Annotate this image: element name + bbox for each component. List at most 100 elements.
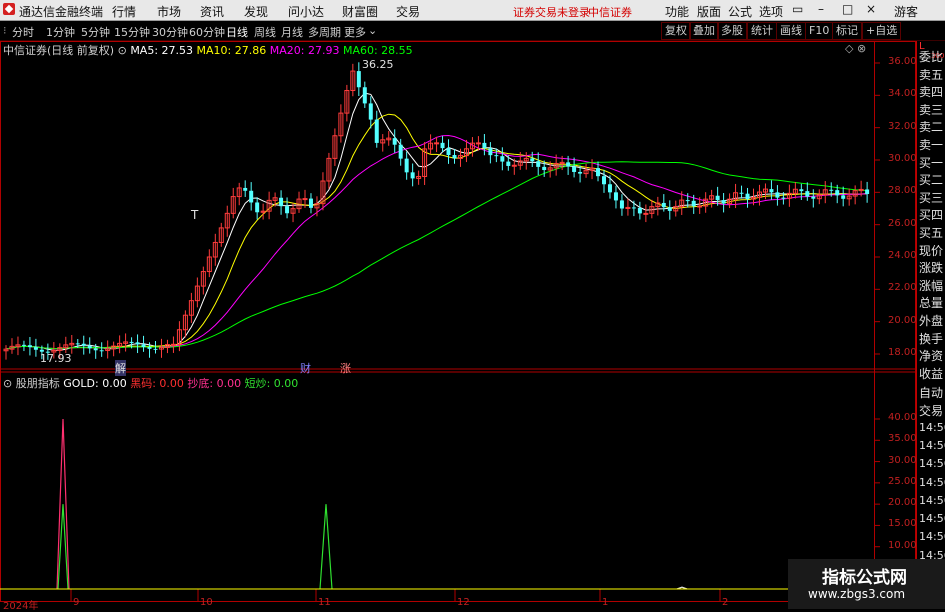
period-daily[interactable]: 日线 <box>226 24 248 40</box>
kline-chart[interactable] <box>0 41 916 609</box>
period-weekly[interactable]: 周线 <box>254 24 276 40</box>
menu-xuanxiang[interactable]: 选项 <box>759 3 783 20</box>
panel-item[interactable]: 卖一 <box>919 136 945 153</box>
panel-item[interactable]: 买五 <box>919 224 945 241</box>
period-15min[interactable]: 15分钟 <box>114 24 150 40</box>
menu-wenxiaoda[interactable]: 问小达 <box>288 3 324 20</box>
candle-body <box>715 195 720 201</box>
indicator-tick-label: 30.00 <box>888 454 917 466</box>
menu-jiaoyi[interactable]: 交易 <box>396 3 420 20</box>
btn-add-watchlist[interactable]: +自选 <box>862 22 902 40</box>
candle-body <box>75 343 80 345</box>
indicator-tick-label: 10.00 <box>888 539 917 551</box>
panel-item[interactable]: 外盘 <box>919 312 945 329</box>
panel-bottom-item[interactable]: 14:56 <box>919 457 945 470</box>
guest-label[interactable]: 游客 <box>894 3 918 20</box>
panel-item[interactable]: 净资 <box>919 347 945 364</box>
btn-huaxian[interactable]: 画线 <box>776 22 806 40</box>
settings-icon[interactable]: ⊙ <box>118 44 127 57</box>
broker-name[interactable]: 中信证券 <box>588 4 632 20</box>
candle-body <box>602 176 606 185</box>
period-more[interactable]: 更多 <box>344 24 366 40</box>
panel-bottom-item[interactable]: 自动 <box>919 384 945 401</box>
indicator-tick-label: 15.00 <box>888 518 917 530</box>
menu-caifuquan[interactable]: 财富圈 <box>342 3 378 20</box>
panel-item[interactable]: 卖二 <box>919 118 945 135</box>
candle-body <box>619 200 624 209</box>
marker-cai[interactable]: 财 <box>300 360 311 376</box>
panel-bottom-item[interactable]: 14:56 <box>919 476 945 489</box>
time-tick-label: 2 <box>722 597 729 608</box>
period-monthly[interactable]: 月线 <box>281 24 303 40</box>
menu-zixun[interactable]: 资讯 <box>200 3 224 20</box>
period-60min[interactable]: 60分钟 <box>189 24 225 40</box>
panel-item[interactable]: 卖四 <box>919 83 945 100</box>
candle-body <box>536 161 541 167</box>
chart-info-bar: 中信证券(日线 前复权) ⊙ MA5: 27.53 MA10: 27.86 MA… <box>3 42 413 58</box>
candle-body <box>631 207 636 209</box>
indicator-settings-icon[interactable]: ⊙ <box>3 377 12 390</box>
panel-bottom-item[interactable]: 14:56 <box>919 439 945 452</box>
btn-biaoji[interactable]: 标记 <box>832 22 862 40</box>
panel-item[interactable]: 买四 <box>919 206 945 223</box>
menu-hangqing[interactable]: 行情 <box>112 3 136 20</box>
panel-bottom-item[interactable]: 14:56 <box>919 421 945 434</box>
btn-fuquan[interactable]: 复权 <box>661 22 691 40</box>
period-1min[interactable]: 1分钟 <box>46 24 75 40</box>
watermark-box: 指标公式网 www.zbgs3.com <box>788 559 945 609</box>
close-icon[interactable]: × <box>866 2 876 16</box>
panel-item[interactable]: 买二 <box>919 171 945 188</box>
panel-item[interactable]: 委比 <box>919 48 945 65</box>
btn-duogu[interactable]: 多股 <box>717 22 747 40</box>
btn-tongji[interactable]: 统计 <box>747 22 777 40</box>
menubar: 通达信金融终端 行情 市场 资讯 发现 问小达 财富圈 交易 证券交易未登录 中… <box>0 0 945 21</box>
menu-faxian[interactable]: 发现 <box>244 3 268 20</box>
candle-body <box>661 202 666 208</box>
chart-frame <box>0 41 916 602</box>
panel-item[interactable]: 卖五 <box>919 66 945 83</box>
candle-body <box>482 142 487 149</box>
indicator-name[interactable]: 股朋指标 <box>16 377 60 390</box>
candle-body <box>542 166 547 171</box>
minimize-button-icon[interactable]: – <box>818 2 824 16</box>
panel-item[interactable]: 总量 <box>919 294 945 311</box>
period-fenshi[interactable]: 分时 <box>12 24 34 40</box>
menu-banmian[interactable]: 版面 <box>697 3 721 20</box>
candle-body <box>81 343 86 346</box>
btn-diejia[interactable]: 叠加 <box>689 22 719 40</box>
panel-bottom-item[interactable]: 交易 <box>919 402 945 419</box>
btn-f10[interactable]: F10 <box>805 22 834 40</box>
login-status[interactable]: 证券交易未登录 <box>513 4 590 20</box>
menu-gongneng[interactable]: 功能 <box>665 3 689 20</box>
stock-label[interactable]: 中信证券(日线 前复权) <box>3 44 114 57</box>
panel-item[interactable]: 买一 <box>919 154 945 171</box>
panel-item[interactable]: 卖三 <box>919 101 945 118</box>
candle-body <box>147 346 152 349</box>
panel-item[interactable]: 现价 <box>919 242 945 259</box>
period-30min[interactable]: 30分钟 <box>152 24 188 40</box>
period-5min[interactable]: 5分钟 <box>81 24 110 40</box>
minimize-icon[interactable]: ▭ <box>792 2 803 16</box>
time-tick-label: 9 <box>73 597 80 608</box>
panel-item[interactable]: 涨幅 <box>919 277 945 294</box>
menu-gongshi[interactable]: 公式 <box>728 3 752 20</box>
marker-jie[interactable]: 解 <box>115 360 126 376</box>
panel-bottom-item[interactable]: 14:56 <box>919 494 945 507</box>
candle-body <box>99 350 104 352</box>
more-chevron-icon[interactable]: ⌄ <box>368 24 377 37</box>
menu-shichang[interactable]: 市场 <box>157 3 181 20</box>
panel-item[interactable]: 收益 <box>919 365 945 382</box>
panel-bottom-item[interactable]: 14:56 <box>919 512 945 525</box>
panel-item[interactable]: 换手 <box>919 330 945 347</box>
maximize-icon[interactable]: □ <box>842 2 853 16</box>
chart-controls[interactable]: ◇ ⊗ <box>845 42 866 55</box>
indicator-lines <box>0 418 874 590</box>
price-gridlines <box>70 62 880 602</box>
panel-item[interactable]: 买三 <box>919 189 945 206</box>
panel-bottom-item[interactable]: 14:56 <box>919 530 945 543</box>
candle-body <box>362 87 367 104</box>
marker-zhang[interactable]: 涨 <box>340 360 351 376</box>
period-multi[interactable]: 多周期 <box>308 24 341 40</box>
panel-item[interactable]: 涨跌 <box>919 259 945 276</box>
time-tick-label: 10 <box>200 597 213 608</box>
